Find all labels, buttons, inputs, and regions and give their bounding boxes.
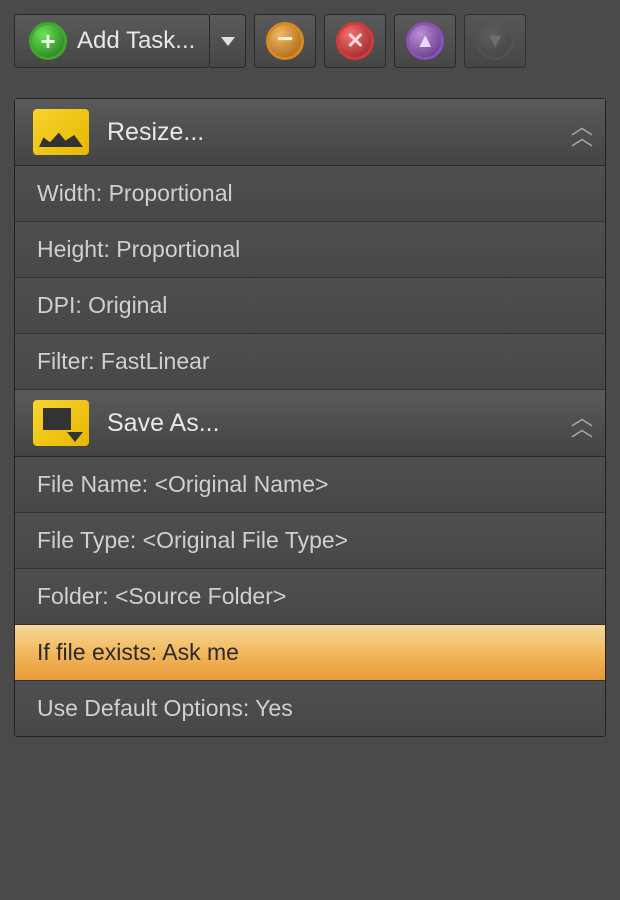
section-header-saveas[interactable]: Save As... ︿︿: [15, 390, 605, 457]
add-task-button[interactable]: + Add Task...: [14, 14, 210, 68]
row-saveas-filetype[interactable]: File Type: <Original File Type>: [15, 513, 605, 569]
move-down-button: ▼: [464, 14, 526, 68]
row-resize-width[interactable]: Width: Proportional: [15, 166, 605, 222]
task-panel: Resize... ︿︿ Width: Proportional Height:…: [14, 98, 606, 737]
row-saveas-folder[interactable]: Folder: <Source Folder>: [15, 569, 605, 625]
cross-icon: ✕: [336, 22, 374, 60]
save-icon: [33, 400, 89, 446]
remove-task-button[interactable]: −: [254, 14, 316, 68]
collapse-icon: ︿︿: [571, 121, 589, 143]
row-resize-dpi[interactable]: DPI: Original: [15, 278, 605, 334]
arrow-down-icon: ▼: [476, 22, 514, 60]
collapse-icon: ︿︿: [571, 412, 589, 434]
row-saveas-ifexists[interactable]: If file exists: Ask me: [15, 625, 605, 681]
section-title: Resize...: [107, 118, 587, 147]
row-saveas-filename[interactable]: File Name: <Original Name>: [15, 457, 605, 513]
toolbar: + Add Task... − ✕ ▲ ▼: [14, 14, 606, 68]
row-saveas-defaults[interactable]: Use Default Options: Yes: [15, 681, 605, 736]
row-resize-height[interactable]: Height: Proportional: [15, 222, 605, 278]
move-up-button[interactable]: ▲: [394, 14, 456, 68]
resize-icon: [33, 109, 89, 155]
section-header-resize[interactable]: Resize... ︿︿: [15, 99, 605, 166]
add-task-dropdown[interactable]: [210, 14, 246, 68]
chevron-down-icon: [221, 37, 235, 46]
plus-icon: +: [29, 22, 67, 60]
row-resize-filter[interactable]: Filter: FastLinear: [15, 334, 605, 390]
delete-task-button[interactable]: ✕: [324, 14, 386, 68]
section-title: Save As...: [107, 409, 587, 438]
minus-icon: −: [266, 22, 304, 60]
add-task-label: Add Task...: [77, 27, 195, 55]
arrow-up-icon: ▲: [406, 22, 444, 60]
